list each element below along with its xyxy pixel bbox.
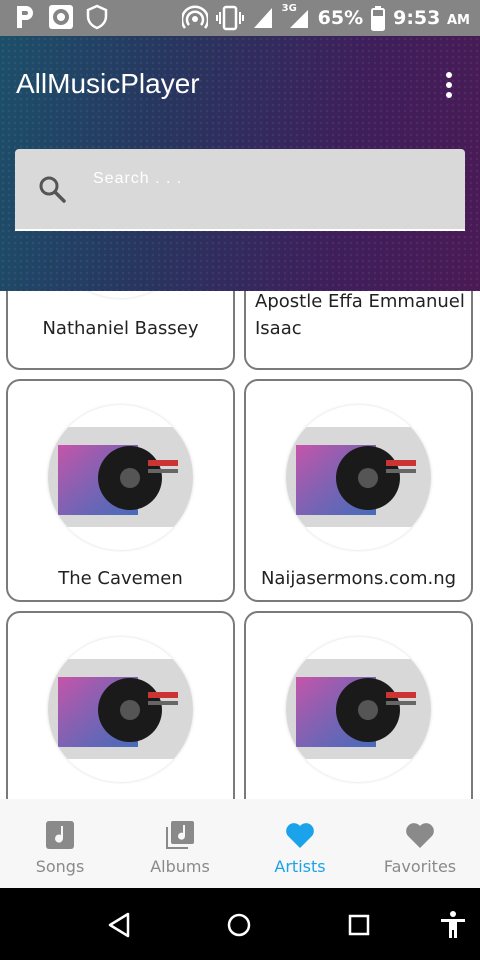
- tab-label: Albums: [150, 857, 210, 876]
- shield-icon: [86, 4, 108, 30]
- artist-name: Nathaniel Bassey: [42, 318, 199, 339]
- search-input[interactable]: [93, 165, 433, 193]
- hotspot-icon: [181, 5, 208, 29]
- home-icon[interactable]: [224, 910, 254, 940]
- album-art: [48, 659, 193, 759]
- accessibility-icon[interactable]: [438, 910, 468, 940]
- battery-icon: [371, 6, 386, 31]
- back-icon[interactable]: [104, 910, 134, 940]
- tab-label: Favorites: [383, 857, 457, 876]
- album-art: [286, 427, 431, 527]
- signal-icon: [253, 8, 272, 28]
- artist-card[interactable]: The Cavemen: [6, 379, 235, 602]
- overflow-menu-icon[interactable]: [444, 72, 454, 98]
- search-icon[interactable]: [37, 174, 67, 204]
- recents-icon[interactable]: [344, 910, 374, 940]
- heart-icon: [286, 823, 314, 848]
- artist-grid[interactable]: Nathaniel Bassey Apostle Effa Emmanuel I…: [0, 291, 480, 799]
- tab-albums[interactable]: Albums: [120, 799, 240, 888]
- artist-card[interactable]: [6, 611, 235, 799]
- album-icon: [166, 821, 194, 849]
- artist-card[interactable]: Naijasermons.com.ng: [244, 379, 473, 602]
- app-title: AllMusicPlayer: [16, 68, 200, 99]
- artist-card[interactable]: Apostle Effa Emmanuel Isaac: [244, 291, 473, 370]
- artist-avatar: [48, 291, 193, 298]
- app-header: AllMusicPlayer: [0, 36, 480, 291]
- status-bar: 3G 65% 9:53 AM: [0, 0, 480, 36]
- p-icon: [17, 6, 33, 28]
- artist-avatar: [286, 637, 431, 782]
- battery-percent: 65%: [317, 7, 364, 29]
- tab-songs[interactable]: Songs: [0, 799, 120, 888]
- artist-name: Naijasermons.com.ng: [260, 568, 457, 589]
- artist-name: The Cavemen: [58, 568, 183, 589]
- album-art: [48, 427, 193, 527]
- clock: 9:53 AM: [393, 7, 470, 29]
- artist-card[interactable]: [244, 611, 473, 799]
- record-icon: [49, 5, 73, 29]
- vibrate-icon: [215, 5, 244, 31]
- music-note-icon: [46, 821, 74, 849]
- tab-favorites[interactable]: Favorites: [360, 799, 480, 888]
- tab-label: Songs: [35, 857, 85, 876]
- artist-avatar: [48, 405, 193, 550]
- system-navigation-bar: [0, 888, 480, 960]
- album-art: [286, 659, 431, 759]
- bottom-navigation: Songs Albums Artists Favorites: [0, 799, 480, 888]
- artist-avatar: [286, 405, 431, 550]
- artist-avatar: [48, 637, 193, 782]
- heart-icon: [406, 823, 434, 848]
- tab-artists[interactable]: Artists: [240, 799, 360, 888]
- signal-icon: [289, 10, 308, 28]
- artist-card[interactable]: Nathaniel Bassey: [6, 291, 235, 370]
- search-bar[interactable]: [15, 149, 465, 231]
- tab-label: Artists: [274, 857, 326, 876]
- artist-name: Apostle Effa Emmanuel Isaac: [255, 291, 465, 339]
